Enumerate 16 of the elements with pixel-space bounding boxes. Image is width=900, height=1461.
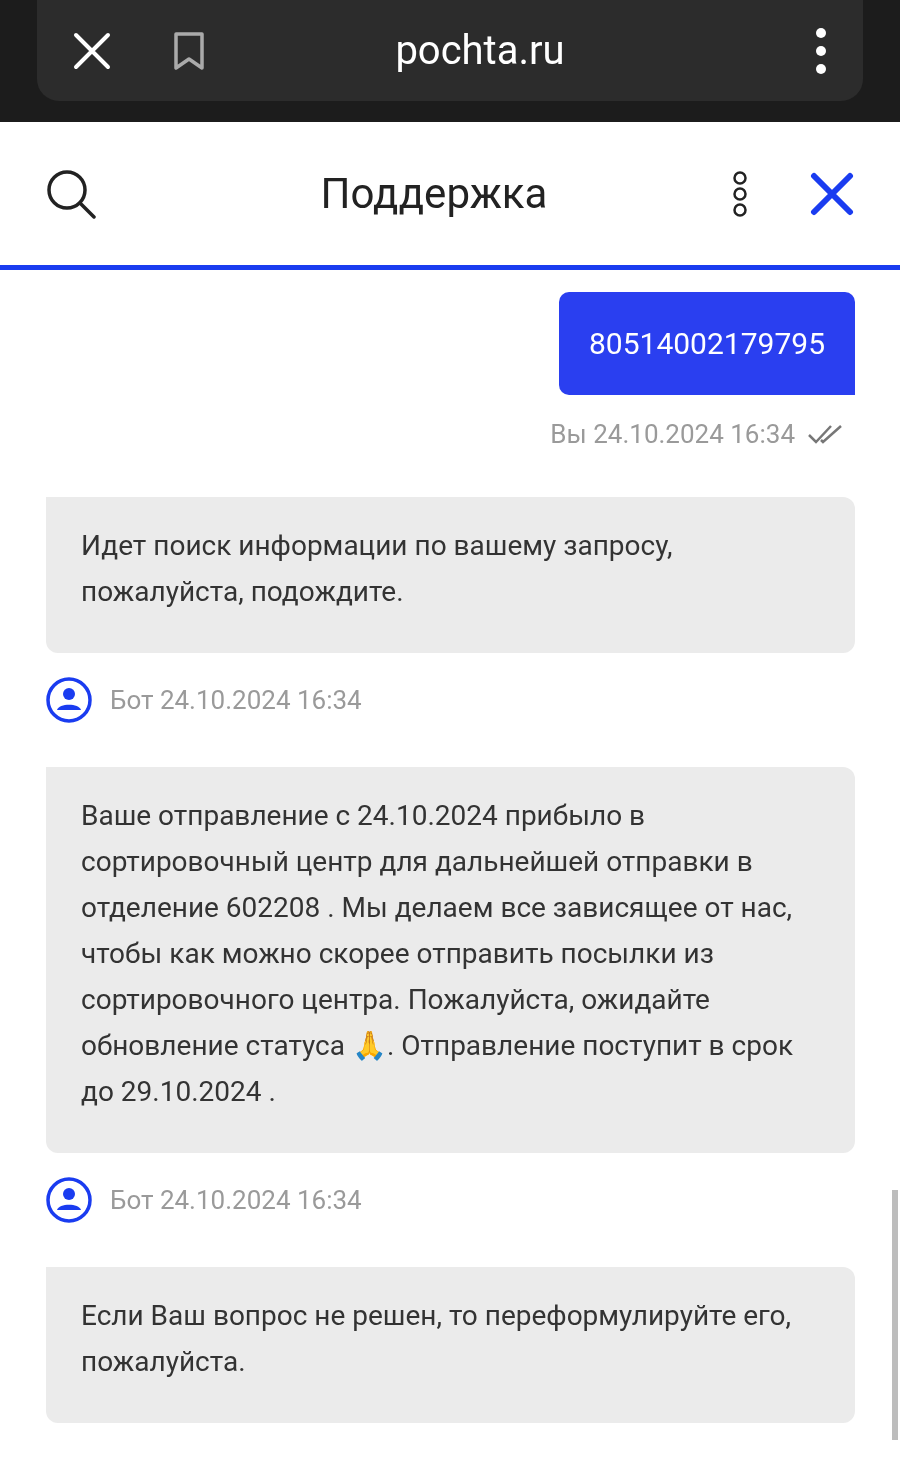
avatar-icon — [46, 1177, 92, 1223]
chat-title: Поддержка — [319, 169, 549, 218]
message-bubble: Идет поиск информации по вашему запросу, пожалуйста, подождите. — [46, 497, 855, 653]
close-icon[interactable] — [810, 171, 854, 216]
avatar-icon — [46, 677, 92, 723]
scrollbar[interactable] — [892, 1190, 898, 1440]
message-bubble: Ваше отправление с 24.10.2024 прибыло в сортировочный центр для дальнейшей отправки в отделение 602208 . Мы делаем все зависящее от нас, чтобы как можно скорее отправить посылки из сортировочного центра. Пожалуйста, ожидайте обновление статуса 🙏. Отправление поступит в срок до 29.10.2024 . — [46, 767, 855, 1153]
more-options-icon[interactable] — [732, 170, 748, 217]
message-timestamp: Бот 24.10.2024 16:34 — [110, 685, 362, 715]
message-timestamp: Вы 24.10.2024 16:34 — [550, 419, 795, 449]
menu-icon[interactable] — [815, 27, 827, 74]
message-bubble: Если Ваш вопрос не решен, то переформулируйте его, пожалуйста. — [46, 1267, 855, 1423]
message-timestamp: Бот 24.10.2024 16:34 — [110, 1185, 362, 1215]
bookmark-icon[interactable] — [173, 30, 205, 71]
search-icon[interactable] — [46, 168, 96, 219]
message-bubble: 80514002179795 — [558, 292, 855, 395]
